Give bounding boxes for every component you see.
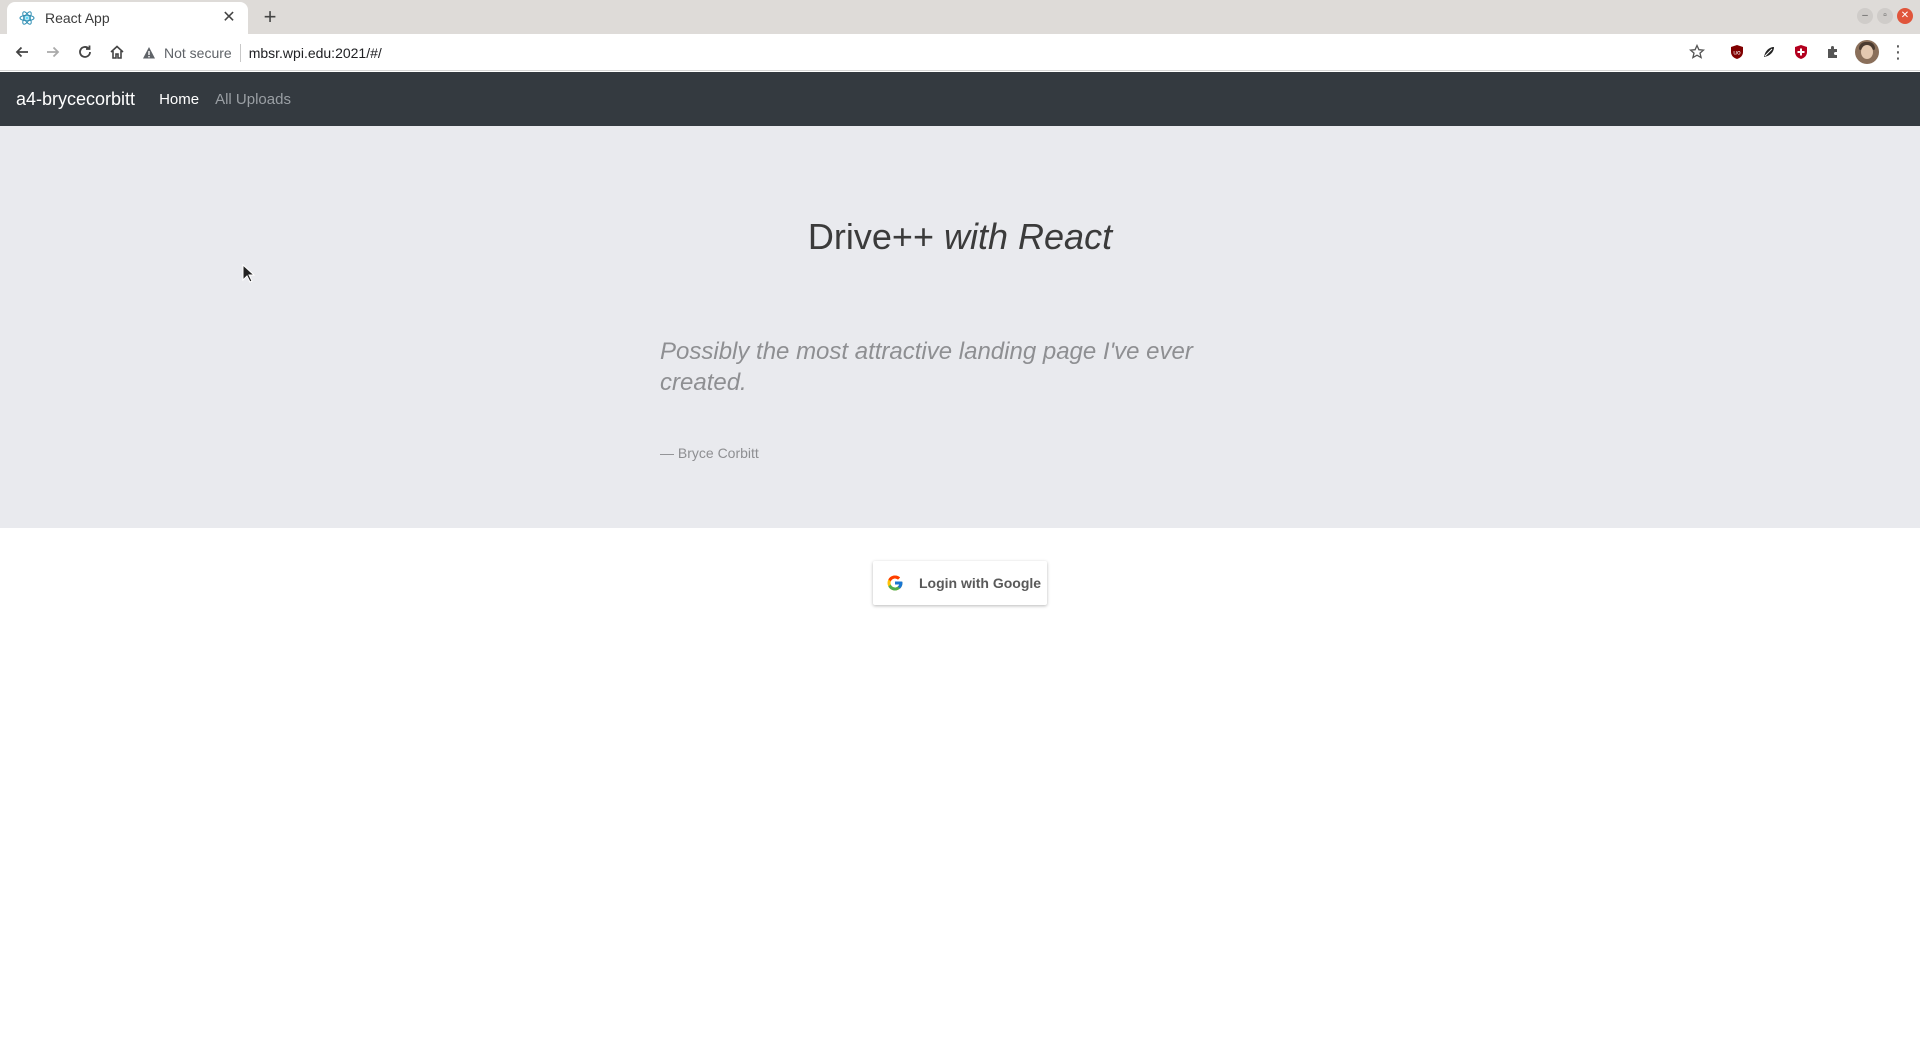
hero-title: Drive++ with React bbox=[0, 216, 1920, 258]
mouse-cursor-icon bbox=[242, 264, 256, 283]
hero-quote: Possibly the most attractive landing pag… bbox=[660, 338, 1193, 396]
address-bar[interactable]: Not secure mbsr.wpi.edu:2021/#/ bbox=[140, 38, 1700, 67]
hero-title-em: with bbox=[943, 216, 1009, 257]
tab-title: React App bbox=[45, 10, 110, 26]
browser-tab[interactable]: React App ✕ bbox=[7, 2, 248, 34]
omnibox-divider bbox=[239, 43, 241, 62]
quote-author: — Bryce Corbitt bbox=[660, 445, 759, 461]
back-arrow-icon bbox=[15, 46, 28, 58]
window-minimize-button[interactable]: – bbox=[1857, 8, 1873, 24]
nav-link-home[interactable]: Home bbox=[159, 91, 199, 108]
security-label[interactable]: Not secure bbox=[164, 45, 232, 61]
browser-toolbar: Not secure mbsr.wpi.edu:2021/#/ uo ⋮ bbox=[0, 34, 1920, 71]
svg-text:uo: uo bbox=[1733, 50, 1741, 57]
avatar-face bbox=[1861, 45, 1873, 59]
browser-tabstrip: React App ✕ + – ▫ ✕ bbox=[0, 0, 1920, 34]
hero-jumbotron: Drive++ with React Possibly the most att… bbox=[0, 126, 1920, 528]
forward-button[interactable] bbox=[41, 40, 65, 64]
profile-avatar[interactable] bbox=[1855, 40, 1879, 64]
hero-title-strong: React bbox=[1018, 216, 1113, 257]
puzzle-icon[interactable] bbox=[1823, 42, 1843, 62]
nav-link-all-uploads[interactable]: All Uploads bbox=[215, 91, 291, 108]
google-g-icon bbox=[885, 573, 905, 593]
back-button[interactable] bbox=[10, 40, 34, 64]
home-icon bbox=[110, 45, 124, 59]
reload-button[interactable] bbox=[73, 40, 97, 64]
warning-icon bbox=[140, 44, 158, 62]
new-tab-button[interactable]: + bbox=[258, 5, 282, 29]
reload-icon bbox=[79, 45, 91, 58]
window-close-button[interactable]: ✕ bbox=[1897, 8, 1913, 24]
navbar-brand[interactable]: a4-brycecorbitt bbox=[16, 89, 135, 110]
window-maximize-button[interactable]: ▫ bbox=[1877, 8, 1893, 24]
bookmark-star-icon[interactable] bbox=[1686, 41, 1708, 63]
browser-menu-icon[interactable]: ⋮ bbox=[1888, 42, 1908, 62]
home-button[interactable] bbox=[105, 40, 129, 64]
tab-close-icon[interactable]: ✕ bbox=[220, 9, 238, 27]
forward-arrow-icon bbox=[47, 46, 60, 58]
login-with-google-button[interactable]: Login with Google bbox=[873, 561, 1047, 605]
app-navbar: a4-brycecorbitt Home All Uploads bbox=[0, 72, 1920, 126]
extension-leaf-icon[interactable] bbox=[1759, 42, 1779, 62]
ublock-icon[interactable]: uo bbox=[1727, 42, 1747, 62]
login-button-label: Login with Google bbox=[919, 575, 1042, 591]
hero-title-plain: Drive++ bbox=[807, 216, 944, 257]
shield-icon[interactable] bbox=[1791, 42, 1811, 62]
react-logo-icon bbox=[19, 10, 35, 26]
url-text[interactable]: mbsr.wpi.edu:2021/#/ bbox=[249, 45, 382, 61]
